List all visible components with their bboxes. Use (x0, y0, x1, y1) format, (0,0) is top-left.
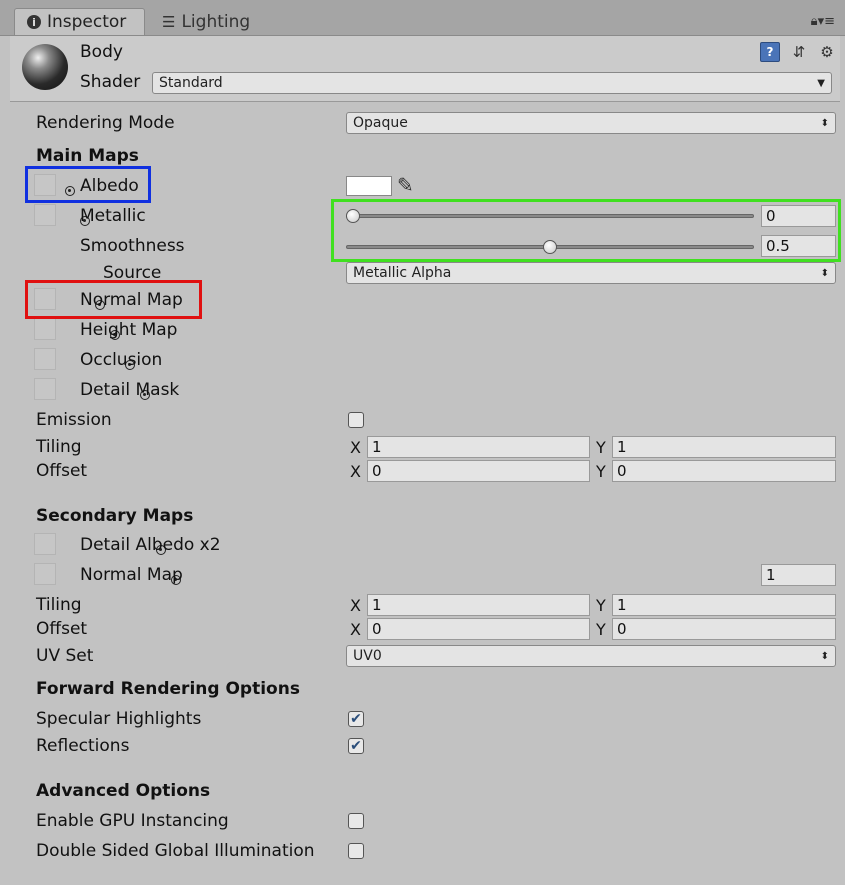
reflections-label: Reflections (36, 736, 130, 756)
tab-label: Inspector (47, 12, 127, 32)
uv-set-label: UV Set (36, 646, 94, 666)
occlusion-texture-slot[interactable] (34, 348, 56, 370)
albedo-highlight-box (25, 166, 151, 203)
metallic-smoothness-highlight-box (331, 199, 841, 262)
specular-highlights-checkbox[interactable]: ✔ (348, 711, 364, 727)
gear-icon[interactable]: ⚙ (818, 43, 836, 61)
secondary-tiling-y-field[interactable]: 1 (612, 594, 836, 616)
updown-arrow-icon: ⬍ (820, 267, 829, 279)
tiling-label: Tiling (36, 437, 82, 457)
y-axis-label: Y (596, 438, 606, 457)
y-axis-label: Y (596, 462, 606, 481)
emission-checkbox[interactable] (348, 412, 364, 428)
albedo-color-swatch[interactable] (346, 176, 392, 196)
detail-mask-label: Detail Mask (80, 380, 180, 400)
secondary-offset-x-field[interactable]: 0 (367, 618, 590, 640)
y-axis-label: Y (596, 596, 606, 615)
smoothness-label: Smoothness (80, 236, 185, 256)
tab-label: Lighting (181, 11, 251, 32)
info-icon: i (27, 15, 41, 29)
x-axis-label: X (350, 462, 361, 481)
chevron-down-icon: ▼ (817, 77, 825, 89)
offset-label: Offset (36, 461, 88, 481)
secondary-tiling-x-field[interactable]: 1 (367, 594, 590, 616)
lock-icon[interactable]: 🔒︎ (811, 14, 818, 29)
updown-arrow-icon: ⬍ (820, 650, 829, 662)
help-icon[interactable]: ? (760, 42, 780, 62)
lock-and-menu[interactable]: 🔒︎▾≡ (811, 14, 835, 29)
shader-dropdown[interactable]: Standard ▼ (152, 72, 832, 94)
source-value: Metallic Alpha (353, 265, 452, 281)
tab-lighting[interactable]: ☰ Lighting (150, 8, 290, 35)
x-axis-label: X (350, 620, 361, 639)
metallic-texture-slot[interactable] (34, 204, 56, 226)
secondary-offset-y-field[interactable]: 0 (612, 618, 836, 640)
emission-label: Emission (36, 410, 112, 430)
uv-set-dropdown[interactable]: UV0 ⬍ (346, 645, 836, 667)
secondary-normal-map-label: Normal Map (80, 565, 183, 585)
secondary-offset-label: Offset (36, 619, 88, 639)
rendering-mode-value: Opaque (353, 115, 408, 131)
offset-y-field[interactable]: 0 (612, 460, 836, 482)
uv-set-value: UV0 (353, 648, 382, 664)
rendering-mode-dropdown[interactable]: Opaque ⬍ (346, 112, 836, 134)
updown-arrow-icon: ⬍ (820, 117, 829, 129)
advanced-options-header: Advanced Options (36, 781, 211, 801)
tiling-x-field[interactable]: 1 (367, 436, 590, 458)
detail-albedo-texture-slot[interactable] (34, 533, 56, 555)
sliders-icon: ☰ (162, 12, 176, 31)
x-axis-label: X (350, 596, 361, 615)
x-axis-label: X (350, 438, 361, 457)
source-dropdown[interactable]: Metallic Alpha ⬍ (346, 262, 836, 284)
rendering-mode-label: Rendering Mode (36, 113, 175, 133)
checkmark-icon: ✔ (350, 738, 362, 754)
normal-map-highlight-box (25, 280, 202, 319)
detail-albedo-label: Detail Albedo x2 (80, 535, 221, 555)
shader-value: Standard (159, 75, 223, 91)
double-sided-gi-checkbox[interactable] (348, 843, 364, 859)
eyedropper-icon[interactable]: ✎ (397, 173, 414, 197)
forward-rendering-header: Forward Rendering Options (36, 679, 300, 699)
metallic-label: Metallic (80, 206, 146, 226)
header-icons: ? ⇵ ⚙ (760, 42, 836, 62)
gpu-instancing-label: Enable GPU Instancing (36, 811, 229, 831)
gpu-instancing-checkbox[interactable] (348, 813, 364, 829)
detail-mask-texture-slot[interactable] (34, 378, 56, 400)
offset-x-field[interactable]: 0 (367, 460, 590, 482)
material-header: Body Shader Standard ▼ ? ⇵ ⚙ (10, 36, 840, 102)
tab-inspector[interactable]: i Inspector (14, 8, 145, 35)
specular-highlights-label: Specular Highlights (36, 709, 202, 729)
secondary-normal-map-texture-slot[interactable] (34, 563, 56, 585)
checkmark-icon: ✔ (350, 711, 362, 727)
material-name: Body (80, 42, 123, 62)
tiling-y-field[interactable]: 1 (612, 436, 836, 458)
reflections-checkbox[interactable]: ✔ (348, 738, 364, 754)
height-map-label: Height Map (80, 320, 178, 340)
secondary-tiling-label: Tiling (36, 595, 82, 615)
tab-menu-icon[interactable]: ▾≡ (818, 14, 835, 29)
material-preview-sphere (22, 44, 68, 90)
double-sided-gi-label: Double Sided Global Illumination (36, 841, 315, 861)
y-axis-label: Y (596, 620, 606, 639)
main-maps-header: Main Maps (36, 146, 139, 166)
occlusion-label: Occlusion (80, 350, 163, 370)
secondary-normal-scale-field[interactable]: 1 (761, 564, 836, 586)
shader-label: Shader (80, 72, 141, 92)
height-map-texture-slot[interactable] (34, 318, 56, 340)
secondary-maps-header: Secondary Maps (36, 506, 194, 526)
preset-icon[interactable]: ⇵ (790, 43, 808, 61)
